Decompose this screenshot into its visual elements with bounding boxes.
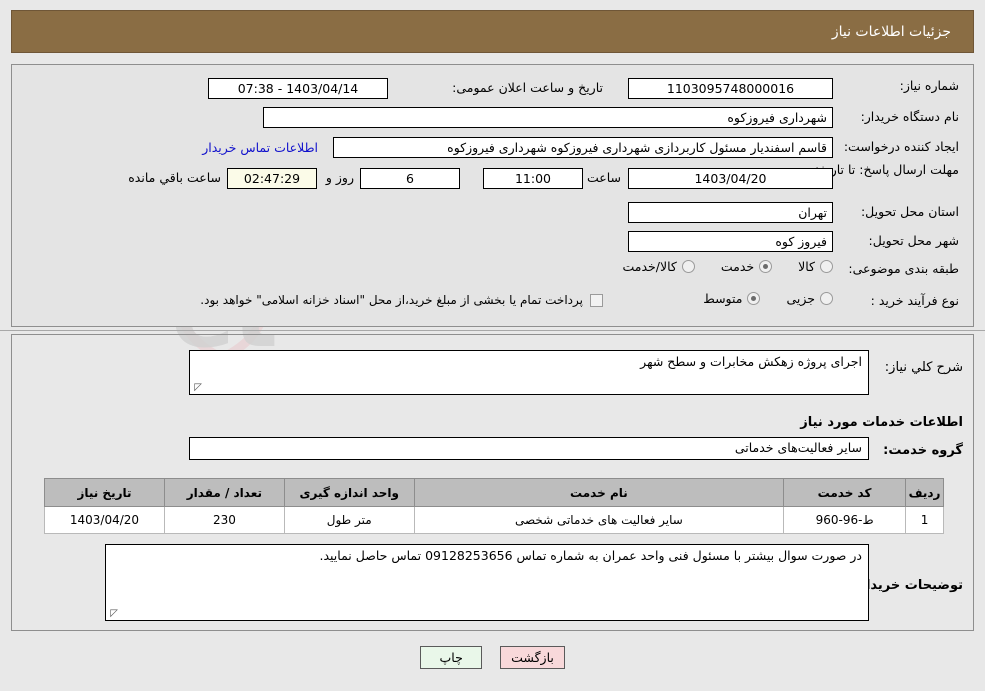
radio-icon[interactable] [820,292,833,305]
delivery-city-value: فیروز کوه [628,231,833,252]
category-option-kala[interactable]: کالا [798,259,833,274]
service-group-text: سایر فعالیت‌های خدماتی [734,440,862,455]
cell-quantity: 230 [163,506,285,534]
purchase-option-jozi[interactable]: جزیی [786,291,833,306]
cell-service-name: سایر فعالیت های خدماتی شخصی [413,506,785,534]
radio-icon[interactable] [747,292,761,305]
col-need-date: تاریخ نیاز [44,478,165,507]
radio-icon[interactable] [681,260,695,273]
divider-top [0,330,985,331]
need-info-panel: شماره نیاز: 1103095748000016 تاریخ و ساع… [11,64,974,327]
treasury-docs-checkbox-row[interactable]: پرداخت تمام یا بخشی از مبلغ خرید،از محل … [200,293,603,307]
page-header: جزئیات اطلاعات نیاز [11,10,974,53]
buyer-notes-label: توضیحات خریدار: [853,578,963,593]
purchase-option-label: جزیی [786,291,815,306]
back-button[interactable]: بازگشت [500,646,565,669]
general-desc-label: شرح کلي نیاز: [884,360,963,375]
service-group-label: گروه خدمت: [883,443,963,458]
col-service-code: کد خدمت [783,478,907,507]
deadline-date: 1403/04/20 [628,168,833,189]
footer-actions: بازگشت چاپ [0,646,985,669]
service-group-value[interactable]: سایر فعالیت‌های خدماتی [189,437,869,460]
category-option-khedmat[interactable]: خدمت [720,259,773,274]
category-option-kala-khedmat[interactable]: کالا/خدمت [622,259,695,274]
general-desc-text: اجرای پروژه زهکش مخابرات و سطح شهر [640,354,862,369]
delivery-province-label: استان محل تحویل: [860,204,959,219]
services-section-title: اطلاعات خدمات مورد نیاز [800,415,963,430]
buyer-org-label: نام دستگاه خریدار: [860,109,959,124]
purchase-option-label: متوسط [703,291,743,306]
buyer-org-value: شهرداری فیروزکوه [263,107,833,128]
cell-unit: متر طول [283,506,415,534]
print-button[interactable]: چاپ [420,646,483,669]
cell-row-no: 1 [905,506,944,534]
request-creator-value: قاسم اسفندیار مسئول کاربردازی شهرداری فی… [333,137,833,158]
category-label: طبقه بندی موضوعی: [848,261,959,276]
page-title: جزئیات اطلاعات نیاز [831,23,951,40]
row-need-number: شماره نیاز: [839,78,959,93]
buyer-notes-value[interactable]: در صورت سوال بیشتر با مسئول فنی واحد عمر… [105,544,869,621]
purchase-type-radio-group: جزیی متوسط [677,291,833,306]
category-option-label: کالا/خدمت [622,259,677,274]
radio-icon[interactable] [759,260,773,273]
checkbox-icon[interactable] [590,293,603,307]
col-unit: واحد اندازه گیری [283,478,415,507]
cell-need-date: 1403/04/20 [44,506,165,534]
deadline-countdown-label: ساعت باقي مانده [128,170,221,185]
delivery-province-value: تهران [628,202,833,223]
resize-grip-icon[interactable]: ◸ [192,383,202,393]
public-announce-label: تاریخ و ساعت اعلان عمومی: [452,80,603,95]
services-table-wrap: ردیف کد خدمت نام خدمت واحد اندازه گیری ت… [44,478,944,534]
col-service-name: نام خدمت [413,478,785,507]
need-number-value: 1103095748000016 [628,78,833,99]
category-option-label: خدمت [720,259,755,274]
category-option-label: کالا [798,259,815,274]
table-header-row: ردیف کد خدمت نام خدمت واحد اندازه گیری ت… [44,478,944,507]
deadline-hour-label: ساعت [586,170,621,185]
page-root: AriaTender.net جزئیات اطلاعات نیاز شماره… [0,0,985,691]
need-number-label: شماره نیاز: [899,78,959,93]
treasury-docs-label: پرداخت تمام یا بخشی از مبلغ خرید،از محل … [200,293,583,307]
cell-service-code: ط-96-960 [783,506,907,534]
purchase-type-label: نوع فرآیند خرید : [870,293,959,308]
deadline-days-value: 6 [360,168,460,189]
table-row[interactable]: 1 ط-96-960 سایر فعالیت های خدماتی شخصی م… [44,506,944,534]
public-announce-value: 1403/04/14 - 07:38 [208,78,388,99]
resize-grip-icon[interactable]: ◸ [108,609,118,619]
deadline-days-label: روز و [325,170,354,185]
request-creator-label: ایجاد کننده درخواست: [843,139,959,154]
services-table: ردیف کد خدمت نام خدمت واحد اندازه گیری ت… [44,478,944,534]
deadline-label: مهلت ارسال پاسخ: تا تاریخ: [814,162,959,177]
col-quantity: تعداد / مقدار [163,478,285,507]
col-row-no: ردیف [905,478,944,507]
general-desc-value[interactable]: اجرای پروژه زهکش مخابرات و سطح شهر ◸ [189,350,869,395]
radio-icon[interactable] [820,260,833,273]
buyer-notes-text: در صورت سوال بیشتر با مسئول فنی واحد عمر… [319,548,862,563]
category-radio-group: کالا خدمت کالا/خدمت [596,259,833,274]
delivery-city-label: شهر محل تحویل: [868,233,959,248]
buyer-contact-link[interactable]: اطلاعات تماس خریدار [202,140,318,155]
deadline-hour-value: 11:00 [483,168,583,189]
purchase-option-motavaset[interactable]: متوسط [703,291,761,306]
deadline-countdown: 02:47:29 [227,168,317,189]
